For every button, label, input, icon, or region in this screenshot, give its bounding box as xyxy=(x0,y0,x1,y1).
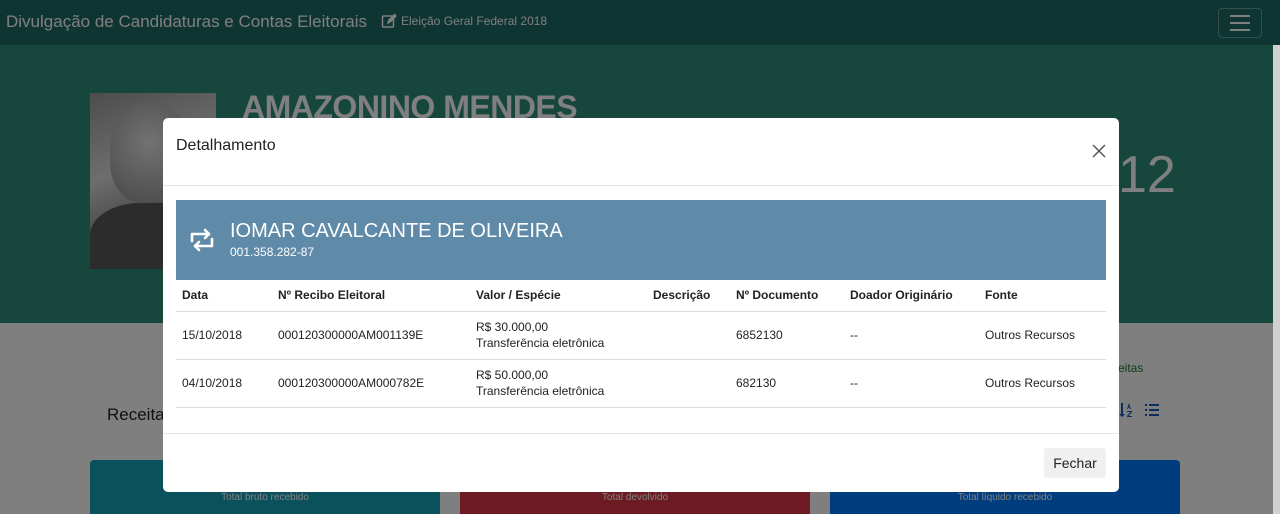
cell-data: 15/10/2018 xyxy=(176,311,272,360)
valor-especie: Transferência eletrônica xyxy=(476,384,605,398)
close-button[interactable]: Fechar xyxy=(1044,448,1106,478)
donor-header: IOMAR CAVALCANTE DE OLIVEIRA 001.358.282… xyxy=(176,200,1106,280)
donor-name: IOMAR CAVALCANTE DE OLIVEIRA xyxy=(230,220,563,242)
cell-valor: R$ 30.000,00 Transferência eletrônica xyxy=(470,311,647,360)
transfer-icon xyxy=(190,228,214,252)
cell-doador: -- xyxy=(844,359,979,408)
cell-descricao xyxy=(647,359,730,408)
page-scrollbar[interactable] xyxy=(1273,45,1280,514)
close-icon xyxy=(1092,144,1106,158)
valor-amount: R$ 30.000,00 xyxy=(476,320,549,334)
col-recibo: Nº Recibo Eleitoral xyxy=(272,280,470,312)
valor-amount: R$ 50.000,00 xyxy=(476,368,549,382)
valor-especie: Transferência eletrônica xyxy=(476,336,605,350)
col-documento: Nº Documento xyxy=(730,280,844,312)
col-valor: Valor / Espécie xyxy=(470,280,647,312)
modal-footer-divider xyxy=(163,433,1119,434)
table-row: 15/10/2018 000120300000AM001139E R$ 30.0… xyxy=(176,311,1106,360)
col-descricao: Descrição xyxy=(647,280,730,312)
cell-fonte: Outros Recursos xyxy=(979,311,1106,360)
col-fonte: Fonte xyxy=(979,280,1106,312)
table-header-row: Data Nº Recibo Eleitoral Valor / Espécie… xyxy=(176,280,1106,312)
donations-table: Data Nº Recibo Eleitoral Valor / Espécie… xyxy=(176,280,1106,408)
donor-document: 001.358.282-87 xyxy=(230,245,315,259)
cell-documento: 682130 xyxy=(730,359,844,408)
cell-valor: R$ 50.000,00 Transferência eletrônica xyxy=(470,359,647,408)
cell-recibo: 000120300000AM001139E xyxy=(272,311,470,360)
detail-modal: Detalhamento IOMAR CAVALCANTE DE OLIVEIR… xyxy=(163,118,1119,492)
cell-descricao xyxy=(647,311,730,360)
col-data: Data xyxy=(176,280,272,312)
table-row: 04/10/2018 000120300000AM000782E R$ 50.0… xyxy=(176,359,1106,408)
cell-data: 04/10/2018 xyxy=(176,359,272,408)
modal-title: Detalhamento xyxy=(176,137,276,154)
col-doador: Doador Originário xyxy=(844,280,979,312)
modal-header-divider xyxy=(163,185,1119,186)
modal-close-button[interactable] xyxy=(1091,143,1107,159)
cell-documento: 6852130 xyxy=(730,311,844,360)
cell-doador: -- xyxy=(844,311,979,360)
cell-recibo: 000120300000AM000782E xyxy=(272,359,470,408)
cell-fonte: Outros Recursos xyxy=(979,359,1106,408)
